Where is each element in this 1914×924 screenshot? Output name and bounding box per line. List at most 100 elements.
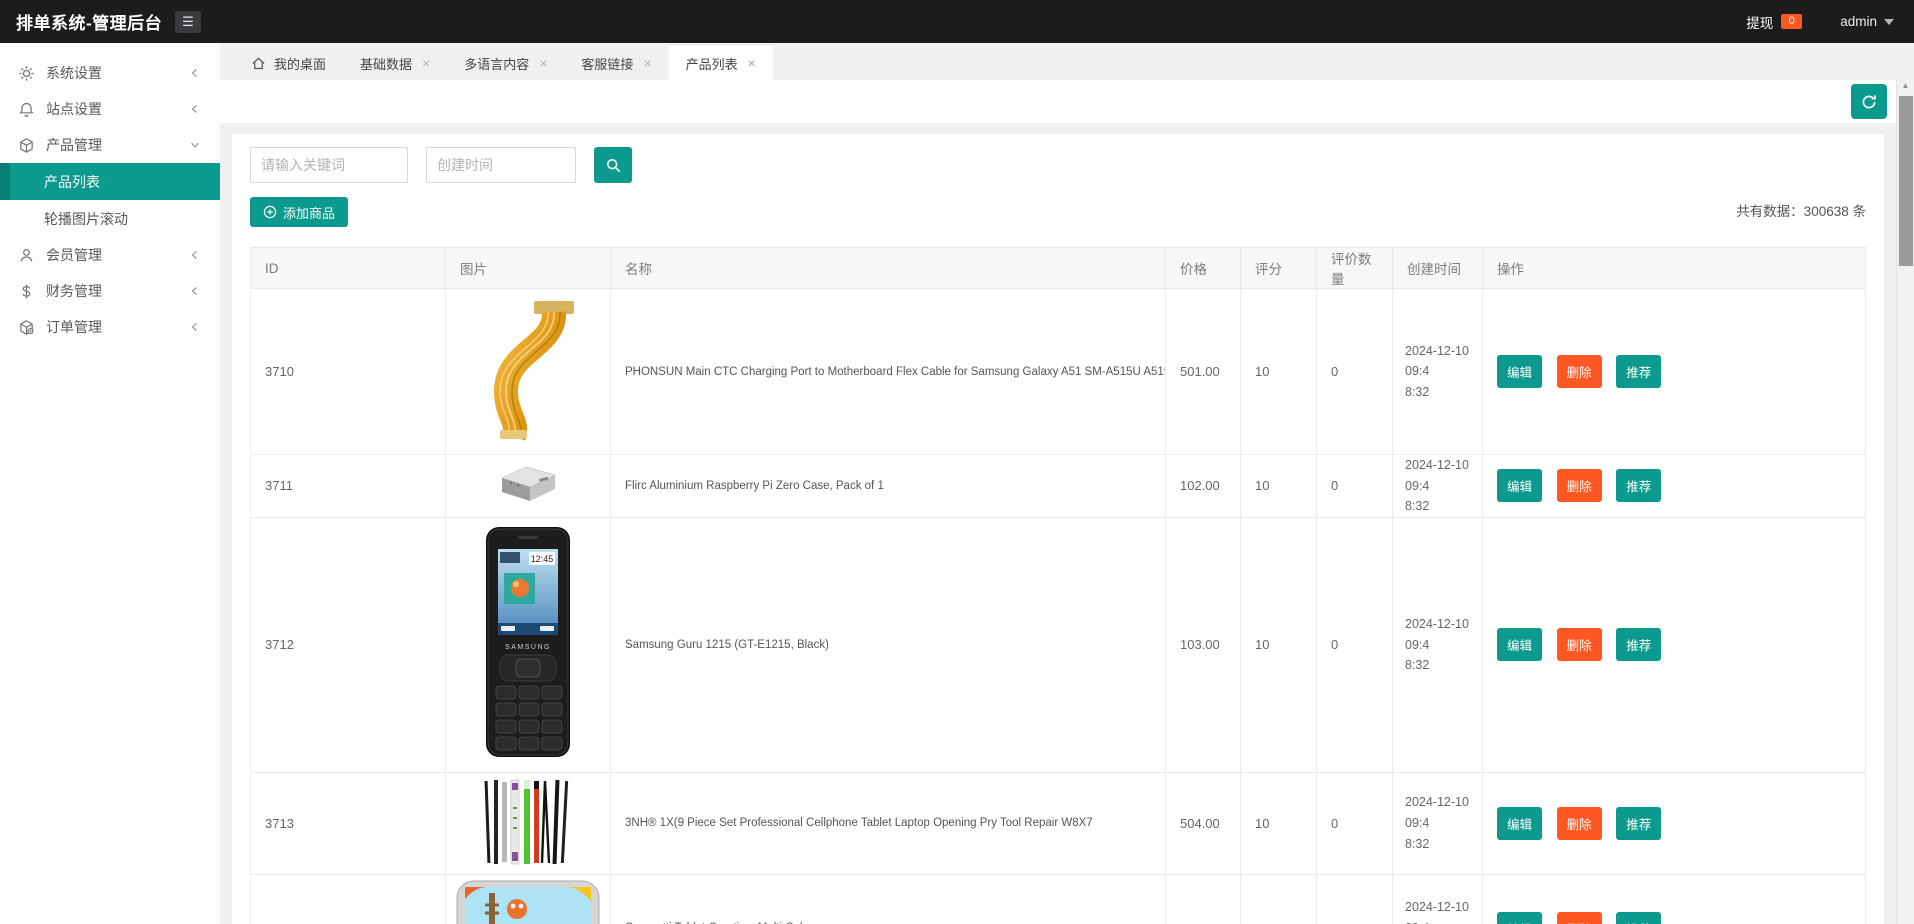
created-time-line2: 8:32: [1405, 384, 1430, 399]
withdraw-link[interactable]: 提现: [1746, 12, 1773, 32]
cell-review-count: 0: [1316, 454, 1393, 518]
sidebar-item-order-management[interactable]: 订单管理: [0, 309, 220, 345]
cell-id: 3710: [250, 288, 446, 455]
close-icon[interactable]: ×: [422, 56, 430, 70]
user-icon: [20, 248, 33, 261]
created-time-input[interactable]: [426, 147, 576, 183]
iframe-toolbar: [220, 80, 1896, 123]
withdraw-count-badge: 0: [1781, 14, 1803, 29]
created-time-line1: 2024-12-10 09:4: [1405, 795, 1469, 831]
keyword-input[interactable]: [250, 147, 408, 183]
sidebar-item-finance-management[interactable]: 财务管理: [0, 273, 220, 309]
home-icon: [252, 56, 265, 69]
edit-button[interactable]: 编辑: [1497, 806, 1543, 840]
sidebar-item-member-management[interactable]: 会员管理: [0, 237, 220, 273]
chevron-down-icon: [191, 142, 199, 148]
tab-label: 产品列表: [685, 56, 738, 72]
cell-image: [445, 873, 611, 924]
scrollbar-thumb[interactable]: [1899, 96, 1913, 266]
sidebar-item-label: 订单管理: [46, 319, 102, 335]
close-icon[interactable]: ×: [643, 56, 651, 70]
sidebar-item-carousel-images[interactable]: 轮播图片滚动: [0, 200, 220, 237]
plus-circle-icon: [263, 205, 277, 219]
phone-brand-text: SAMSUNG: [505, 644, 551, 651]
user-menu[interactable]: admin: [1840, 14, 1894, 30]
scrollbar-up-arrow-icon[interactable]: ▲: [1897, 78, 1914, 94]
sidebar-item-label: 系统设置: [46, 65, 102, 81]
cell-created-time: 2024-12-10 09:4 8:32: [1392, 454, 1483, 518]
table-row: 3710 PHONSUN Main CTC Charging Port to M…: [250, 288, 1866, 455]
total-count: 共有数据：300638 条: [1736, 204, 1866, 219]
actions-row: 添加商品 共有数据：300638 条: [250, 197, 1866, 227]
tab-multilanguage-content[interactable]: 多语言内容 ×: [447, 46, 564, 80]
box-clock-icon: [20, 319, 34, 335]
cell-name: Samsung Guru 1215 (GT-E1215, Black): [610, 516, 1166, 773]
created-time-line2: 8:32: [1405, 836, 1430, 851]
cell-operations: 编辑 删除 推荐: [1482, 288, 1866, 455]
cell-price: 102.00: [1165, 454, 1241, 518]
close-icon[interactable]: ×: [539, 56, 547, 70]
recommend-button[interactable]: 推荐: [1616, 355, 1662, 388]
sidebar-item-site-settings[interactable]: 站点设置: [0, 91, 220, 127]
edit-button[interactable]: 编辑: [1497, 911, 1543, 924]
col-score: 评分: [1240, 247, 1317, 289]
search-button[interactable]: [594, 147, 632, 183]
cell-review-count: 0: [1316, 516, 1393, 773]
refresh-button[interactable]: [1851, 84, 1887, 119]
col-image: 图片: [445, 247, 611, 289]
edit-button[interactable]: 编辑: [1497, 628, 1543, 662]
col-review-count: 评价数量: [1316, 247, 1393, 289]
delete-button[interactable]: 删除: [1556, 628, 1602, 662]
delete-button[interactable]: 删除: [1556, 355, 1602, 388]
edit-button[interactable]: 编辑: [1497, 469, 1543, 503]
sidebar-item-system-settings[interactable]: 系统设置: [0, 55, 220, 91]
recommend-button[interactable]: 推荐: [1616, 911, 1662, 924]
cell-operations: 编辑 删除 推荐: [1482, 454, 1866, 518]
add-product-label: 添加商品: [283, 205, 336, 221]
cell-id: 3713: [250, 771, 446, 875]
recommend-button[interactable]: 推荐: [1616, 628, 1662, 662]
search-icon: [606, 158, 620, 172]
vertical-scrollbar[interactable]: ▲: [1896, 78, 1914, 924]
add-product-button[interactable]: 添加商品: [250, 197, 349, 227]
chevron-left-icon: [191, 251, 197, 259]
table-row: 3713 3NH® 1X(9 Piece Set Professional Ce…: [250, 771, 1866, 875]
cell-review-count: 0: [1316, 288, 1393, 455]
cell-review-count: 0: [1316, 771, 1393, 875]
col-name: 名称: [610, 247, 1166, 289]
cell-score: 10: [1240, 873, 1317, 924]
sidebar-item-product-management[interactable]: 产品管理: [0, 127, 220, 163]
delete-button[interactable]: 删除: [1556, 469, 1602, 503]
cell-operations: 编辑 删除 推荐: [1482, 771, 1866, 875]
product-image-aluminium-case: [501, 467, 556, 502]
delete-button[interactable]: 删除: [1556, 806, 1602, 840]
cell-score: 10: [1240, 454, 1317, 518]
tab-basic-data[interactable]: 基础数据 ×: [343, 46, 447, 80]
recommend-button[interactable]: 推荐: [1616, 806, 1662, 840]
cell-score: 10: [1240, 516, 1317, 773]
tab-product-list[interactable]: 产品列表 ×: [668, 46, 773, 80]
sidebar-item-label: 产品管理: [46, 137, 102, 153]
created-time-line2: 8:32: [1405, 499, 1430, 514]
tab-my-desktop[interactable]: 我的桌面: [234, 46, 343, 80]
close-icon[interactable]: ×: [748, 56, 756, 70]
cell-image: [445, 288, 611, 455]
tab-customer-service-link[interactable]: 客服链接 ×: [564, 46, 668, 80]
cell-operations: 编辑 删除 推荐: [1482, 516, 1866, 773]
delete-button[interactable]: 删除: [1556, 911, 1602, 924]
cell-price: 103.00: [1165, 516, 1241, 773]
cell-price: 501.00: [1165, 288, 1241, 455]
recommend-button[interactable]: 推荐: [1616, 469, 1662, 503]
table-row: 3712 12:45 SAMSUNG Samsung Guru 1215 (GT…: [250, 516, 1866, 773]
sidebar: 系统设置 站点设置 产品管理 产品列表 轮播图片滚动 会员管理 财务管理 订单管…: [0, 43, 220, 924]
col-price: 价格: [1165, 247, 1241, 289]
cell-operations: 编辑 删除 推荐: [1482, 873, 1866, 924]
cell-image: 12:45 SAMSUNG: [445, 516, 611, 773]
created-time-line1: 2024-12-10 09:4: [1405, 343, 1469, 379]
table-row: 3711 Flirc Aluminium Raspberry Pi Zero C…: [250, 454, 1866, 518]
sidebar-item-product-list[interactable]: 产品列表: [0, 163, 220, 200]
edit-button[interactable]: 编辑: [1497, 355, 1543, 388]
hamburger-menu-icon[interactable]: ☰: [175, 10, 201, 33]
dollar-icon: [22, 284, 31, 298]
product-image-gold-flex-cable: [493, 301, 574, 441]
